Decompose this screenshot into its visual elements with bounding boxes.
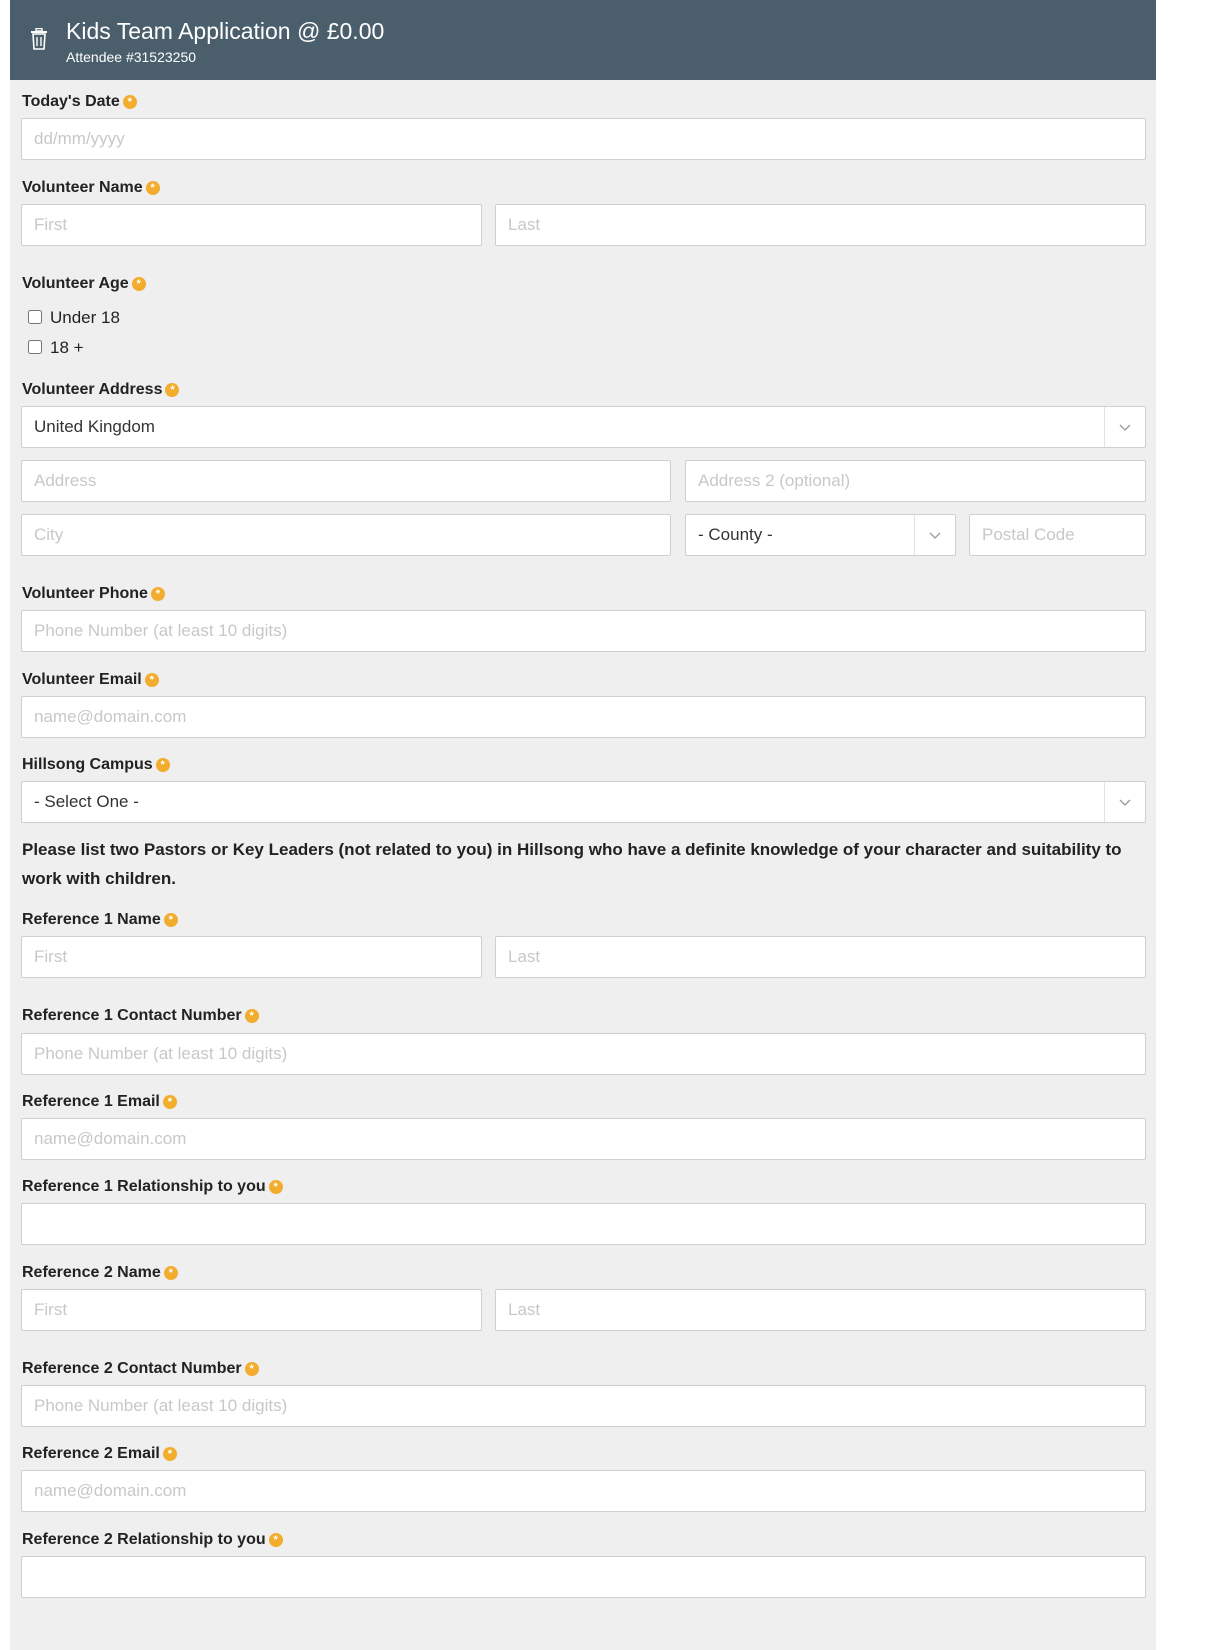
required-icon: * [163, 1266, 178, 1280]
required-icon: * [165, 383, 180, 397]
reference-1-relationship-input[interactable] [21, 1203, 1146, 1245]
reference-1-relationship-label: Reference 1 Relationship to you * [22, 1177, 283, 1197]
age-option-under-18[interactable]: Under 18 [28, 307, 120, 329]
required-icon: * [244, 1009, 259, 1023]
required-icon: * [268, 1533, 283, 1547]
todays-date-input[interactable] [21, 118, 1146, 160]
attendee-panel: Kids Team Application @ £0.00 Attendee #… [10, 0, 1156, 1650]
chevron-down-icon [1104, 782, 1145, 822]
reference-2-relationship-label: Reference 2 Relationship to you * [22, 1530, 283, 1550]
references-instructions: Please list two Pastors or Key Leaders (… [22, 840, 1122, 888]
required-icon: * [145, 181, 160, 195]
reference-2-name-label: Reference 2 Name * [22, 1263, 178, 1283]
required-icon: * [122, 95, 137, 109]
reference-1-first-name-input[interactable] [21, 936, 482, 978]
age-18-plus-checkbox[interactable] [28, 340, 42, 354]
volunteer-age-label: Volunteer Age * [22, 274, 146, 294]
reference-2-email-label: Reference 2 Email * [22, 1444, 177, 1464]
volunteer-first-name-input[interactable] [21, 204, 482, 246]
age-option-18-plus[interactable]: 18 + [28, 337, 84, 359]
ticket-title: Kids Team Application @ £0.00 [66, 18, 385, 44]
volunteer-last-name-input[interactable] [495, 204, 1146, 246]
volunteer-email-input[interactable] [21, 696, 1146, 738]
attendee-number: Attendee #31523250 [66, 49, 197, 65]
reference-1-contact-label: Reference 1 Contact Number * [22, 1006, 259, 1026]
hillsong-campus-label: Hillsong Campus * [22, 755, 170, 775]
volunteer-address-label: Volunteer Address * [22, 380, 180, 400]
reference-2-relationship-input[interactable] [21, 1556, 1146, 1598]
campus-select[interactable]: - Select One - [21, 781, 1146, 823]
volunteer-name-label: Volunteer Name * [22, 178, 160, 198]
reference-1-name-label: Reference 1 Name * [22, 910, 178, 930]
required-icon: * [268, 1180, 283, 1194]
city-input[interactable] [21, 514, 671, 556]
chevron-down-icon [914, 515, 955, 555]
reference-2-contact-input[interactable] [21, 1385, 1146, 1427]
volunteer-email-label: Volunteer Email * [22, 670, 159, 690]
reference-2-contact-label: Reference 2 Contact Number * [22, 1359, 259, 1379]
county-select[interactable]: - County - [685, 514, 956, 556]
trash-icon[interactable] [30, 27, 48, 50]
reference-1-contact-input[interactable] [21, 1033, 1146, 1075]
attendee-header: Kids Team Application @ £0.00 Attendee #… [10, 0, 1156, 80]
reference-2-last-name-input[interactable] [495, 1289, 1146, 1331]
required-icon: * [162, 1095, 177, 1109]
required-icon: * [162, 1447, 177, 1461]
required-icon: * [150, 587, 165, 601]
required-icon: * [244, 1362, 259, 1376]
country-select[interactable]: United Kingdom [21, 406, 1146, 448]
reference-2-email-input[interactable] [21, 1470, 1146, 1512]
reference-1-email-label: Reference 1 Email * [22, 1092, 177, 1112]
volunteer-phone-input[interactable] [21, 610, 1146, 652]
postal-code-input[interactable] [969, 514, 1146, 556]
reference-2-first-name-input[interactable] [21, 1289, 482, 1331]
required-icon: * [155, 758, 170, 772]
address-2-input[interactable] [685, 460, 1146, 502]
chevron-down-icon [1104, 407, 1145, 447]
address-input[interactable] [21, 460, 671, 502]
required-icon: * [163, 913, 178, 927]
reference-1-last-name-input[interactable] [495, 936, 1146, 978]
age-under-18-checkbox[interactable] [28, 310, 42, 324]
reference-1-email-input[interactable] [21, 1118, 1146, 1160]
required-icon: * [131, 277, 146, 291]
todays-date-label: Today's Date * [22, 92, 137, 112]
volunteer-phone-label: Volunteer Phone * [22, 584, 165, 604]
required-icon: * [144, 673, 159, 687]
